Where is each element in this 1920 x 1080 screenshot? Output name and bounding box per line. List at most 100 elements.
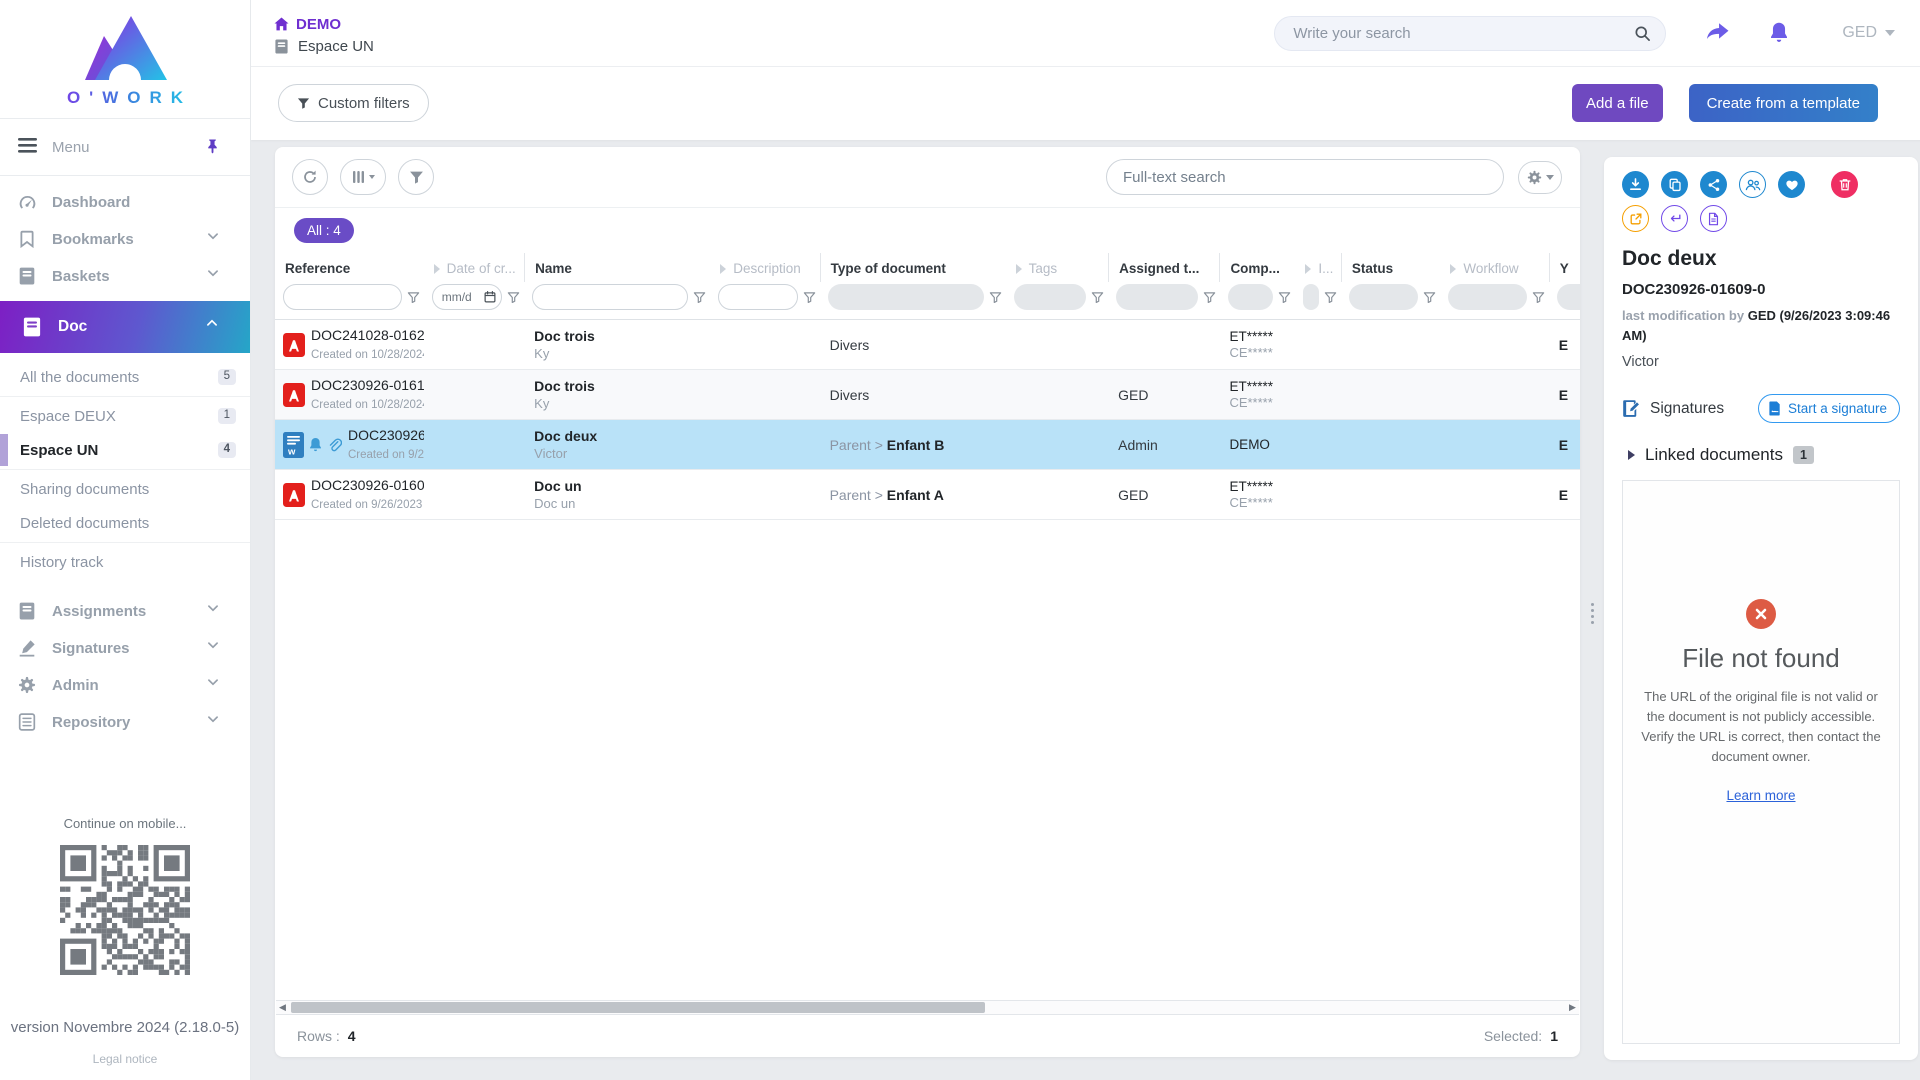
search-icon[interactable] (1634, 25, 1651, 42)
documents-grid-card: All : 4 Reference Date of cr... Name Des… (275, 147, 1580, 1057)
column-header-tags[interactable]: Tags (1006, 253, 1108, 282)
gauge-icon (18, 193, 37, 212)
filter-assigned-select[interactable] (1116, 284, 1197, 310)
column-header-description[interactable]: Description (710, 253, 819, 282)
share-button[interactable] (1700, 171, 1727, 198)
sidebar-item-baskets[interactable]: Baskets (0, 258, 250, 295)
filter-i-select[interactable] (1303, 284, 1318, 310)
horizontal-scrollbar[interactable]: ◀ ▶ (276, 1000, 1579, 1015)
filter-status-select[interactable] (1349, 284, 1419, 310)
filter-description-input[interactable] (718, 284, 797, 310)
funnel-icon[interactable] (1278, 291, 1291, 304)
breadcrumb-current: Espace UN (274, 38, 374, 55)
sidebar-item-label: Admin (52, 677, 207, 694)
drag-handle-icon[interactable] (1591, 603, 1594, 624)
fulltext-search-input[interactable] (1123, 169, 1487, 186)
legal-notice-link[interactable]: Legal notice (93, 1052, 158, 1066)
document-preview: File not found The URL of the original f… (1622, 480, 1900, 1044)
scroll-right-arrow[interactable]: ▶ (1566, 1001, 1579, 1014)
panel-splitter[interactable] (1580, 147, 1604, 1080)
table-row[interactable]: DOC241028-01627-0Created on 10/28/2024 1… (275, 320, 1580, 370)
column-header-company[interactable]: Comp... (1219, 253, 1295, 282)
scroll-left-arrow[interactable]: ◀ (276, 1001, 289, 1014)
sidebar-menu-toggle[interactable]: Menu (0, 119, 250, 175)
filter-button[interactable] (398, 159, 434, 195)
create-from-template-button[interactable]: Create from a template (1689, 84, 1878, 122)
funnel-icon[interactable] (989, 291, 1002, 304)
sidebar-subitem-sharing-documents[interactable]: Sharing documents (0, 472, 250, 506)
funnel-icon[interactable] (1324, 291, 1337, 304)
funnel-icon[interactable] (507, 291, 520, 304)
filter-type-select[interactable] (828, 284, 984, 310)
divider (0, 396, 250, 397)
sidebar-item-doc[interactable]: Doc (0, 301, 250, 353)
column-header-y[interactable]: Y (1549, 253, 1580, 282)
grid-settings-button[interactable] (1518, 161, 1562, 194)
sidebar-subitem-espace-deux[interactable]: Espace DEUX 1 (0, 399, 250, 433)
breadcrumb-home[interactable]: DEMO (274, 16, 374, 33)
open-external-button[interactable] (1622, 205, 1649, 232)
filter-y-select[interactable] (1557, 284, 1580, 310)
column-header-reference[interactable]: Reference (275, 253, 424, 282)
refresh-button[interactable] (292, 159, 328, 195)
chevron-down-icon (207, 267, 226, 286)
share-forward-icon[interactable] (1704, 22, 1730, 44)
bell-icon[interactable] (1768, 21, 1790, 45)
top-bar: DEMO Espace UN (251, 0, 1920, 140)
filter-tags-select[interactable] (1014, 284, 1086, 310)
users-button[interactable] (1739, 171, 1766, 198)
sidebar-item-dashboard[interactable]: Dashboard (0, 184, 250, 221)
pin-icon[interactable] (205, 138, 224, 157)
linked-documents-toggle[interactable]: Linked documents 1 (1622, 445, 1900, 465)
filter-company-select[interactable] (1228, 284, 1274, 310)
document-file-button[interactable] (1700, 205, 1727, 232)
column-header-date-of-creation[interactable]: Date of cr... (424, 253, 525, 282)
sidebar-subitem-history-track[interactable]: History track (0, 545, 250, 579)
sidebar-item-bookmarks[interactable]: Bookmarks (0, 221, 250, 258)
table-row[interactable]: DOC230926-01608-0Created on 9/26/2023 3:… (275, 470, 1580, 520)
start-signature-button[interactable]: Start a signature (1758, 394, 1900, 423)
sidebar-subitem-deleted-documents[interactable]: Deleted documents (0, 506, 250, 540)
scrollbar-thumb[interactable] (291, 1002, 985, 1013)
calendar-icon[interactable] (484, 291, 496, 303)
filter-workflow-select[interactable] (1448, 284, 1526, 310)
scrollbar-track[interactable] (289, 1001, 1566, 1014)
return-button[interactable] (1661, 205, 1688, 232)
filter-reference-input[interactable] (283, 284, 402, 310)
funnel-icon[interactable] (407, 291, 420, 304)
account-menu[interactable]: GED (1842, 24, 1895, 42)
sidebar-subitem-all-documents[interactable]: All the documents 5 (0, 360, 250, 394)
funnel-icon[interactable] (1532, 291, 1545, 304)
filter-name-input[interactable] (532, 284, 688, 310)
copy-button[interactable] (1661, 171, 1688, 198)
column-header-i[interactable]: I... (1295, 253, 1340, 282)
table-row-selected[interactable]: w DOC230926-01609-0Created on 9/26/2023 … (275, 420, 1580, 470)
funnel-icon[interactable] (1203, 291, 1216, 304)
sidebar-item-admin[interactable]: Admin (0, 667, 250, 704)
columns-button[interactable] (340, 159, 386, 195)
funnel-icon[interactable] (1423, 291, 1436, 304)
funnel-icon[interactable] (803, 291, 816, 304)
add-file-button[interactable]: Add a file (1572, 84, 1663, 122)
sidebar-item-repository[interactable]: Repository (0, 704, 250, 741)
custom-filters-button[interactable]: Custom filters (278, 84, 429, 122)
funnel-icon[interactable] (1091, 291, 1104, 304)
favorite-heart-button[interactable] (1778, 171, 1805, 198)
sidebar-item-signatures[interactable]: Signatures (0, 630, 250, 667)
column-header-type[interactable]: Type of document (820, 253, 1006, 282)
column-header-name[interactable]: Name (524, 253, 710, 282)
global-search-input[interactable] (1293, 25, 1634, 42)
table-row[interactable]: DOC230926-01610-3Created on 10/28/2024 1… (275, 370, 1580, 420)
delete-button[interactable] (1831, 171, 1858, 198)
sidebar-subitem-espace-un[interactable]: Espace UN 4 (0, 433, 250, 467)
column-header-status[interactable]: Status (1341, 253, 1441, 282)
funnel-icon[interactable] (693, 291, 706, 304)
version-label: version Novembre 2024 (2.18.0-5) (11, 1019, 239, 1036)
column-header-workflow[interactable]: Workflow (1440, 253, 1548, 282)
column-header-assigned[interactable]: Assigned t... (1108, 253, 1219, 282)
sidebar-item-assignments[interactable]: Assignments (0, 593, 250, 630)
learn-more-link[interactable]: Learn more (1726, 788, 1795, 803)
mobile-hint: Continue on mobile... (64, 816, 187, 831)
download-button[interactable] (1622, 171, 1649, 198)
tab-all[interactable]: All : 4 (294, 218, 354, 243)
